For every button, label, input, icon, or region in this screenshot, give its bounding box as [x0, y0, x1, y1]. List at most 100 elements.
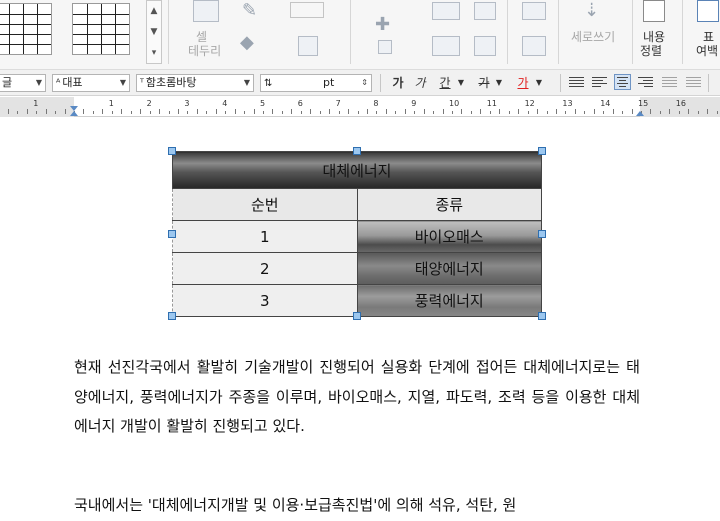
font-type-icon: ᵀ: [140, 78, 144, 89]
ruler-tick: [215, 109, 217, 114]
table-cell-image[interactable]: 바이오매스: [356, 220, 542, 253]
resize-handle[interactable]: [353, 312, 361, 320]
resize-handle[interactable]: [168, 230, 176, 238]
justify-align-icon[interactable]: [569, 75, 584, 89]
cell-grid-icon-2[interactable]: [522, 36, 546, 56]
table-cell[interactable]: 1: [172, 220, 358, 253]
strikethrough-button[interactable]: 가: [474, 74, 494, 92]
paint-bucket-icon[interactable]: ◆: [240, 34, 254, 52]
pencil-icon[interactable]: ✎: [242, 2, 257, 20]
energy-table[interactable]: 대체에너지 순번 종류 1 바이오매스 2 태양에너지 3 풍력에너지: [172, 151, 542, 317]
ruler-tick: [669, 109, 671, 114]
table-cell-image[interactable]: 풍력에너지: [356, 284, 542, 317]
table-margin-label-2[interactable]: 여백: [696, 44, 718, 58]
ruler-tick: [338, 111, 340, 114]
ruler-tick: [546, 111, 548, 114]
resize-handle[interactable]: [168, 147, 176, 155]
ruler-tick: [83, 109, 85, 114]
table-title-cell[interactable]: 대체에너지: [172, 151, 542, 189]
font-color-button[interactable]: 가: [514, 74, 532, 92]
ruler-tick: [452, 111, 453, 114]
ruler-tick: [206, 111, 208, 114]
table-style-thumbnail-2[interactable]: [72, 3, 130, 55]
ruler-tick: [159, 109, 161, 114]
ruler-number: 1: [108, 99, 114, 108]
style-combo[interactable]: 글 ▼: [0, 74, 46, 92]
bold-button[interactable]: 가: [390, 74, 406, 92]
font-color-dropdown-icon[interactable]: ▼: [534, 74, 544, 92]
table-cell-image[interactable]: 태양에너지: [356, 252, 542, 285]
line-style-icon[interactable]: [290, 2, 324, 18]
chevron-down-icon: ▼: [35, 78, 42, 87]
distribute-align-icon[interactable]: [662, 75, 677, 89]
ruler-tick: [253, 109, 255, 114]
delete-cell-icon[interactable]: [378, 40, 392, 54]
body-paragraph-2[interactable]: 국내에서는 '대체에너지개발 및 이용·보급촉진법'에 의해 석유, 석탄, 원: [74, 491, 640, 521]
insert-cell-icon[interactable]: ✚: [375, 16, 390, 34]
right-align-icon[interactable]: [638, 75, 653, 89]
ruler-tick: [650, 109, 652, 114]
ruler-tick: [234, 109, 236, 114]
paragraph-style-value: 대표: [62, 76, 83, 89]
cell-border-icon[interactable]: [193, 0, 219, 22]
italic-button[interactable]: 가: [412, 74, 428, 92]
header-cell-index[interactable]: 순번: [172, 188, 358, 221]
ruler-tick: [319, 111, 321, 114]
ruler-tick: [376, 111, 378, 114]
split-cells-icon[interactable]: [432, 36, 460, 56]
ruler-number: 5: [260, 99, 266, 108]
ruler-tick: [461, 109, 463, 114]
body-paragraph-1[interactable]: 현재 선진각국에서 활발히 기술개발이 진행되어 실용화 단계에 접어든 대체에…: [74, 353, 640, 442]
gallery-scroll-buttons[interactable]: ▲ ▼ ▾: [146, 0, 162, 64]
horizontal-ruler[interactable]: 1 1 2 3 4 5 6 7 8 9 10 11 12 13 14 15 16: [0, 97, 720, 117]
gallery-up-icon[interactable]: ▲: [147, 1, 161, 22]
distribute-cols-icon[interactable]: [474, 36, 496, 56]
ruler-tick: [121, 109, 123, 114]
size-spinner-icon[interactable]: ⇕: [361, 75, 368, 91]
resize-handle[interactable]: [538, 230, 546, 238]
header-cell-type[interactable]: 종류: [356, 188, 542, 221]
ruler-tick: [565, 111, 567, 114]
gallery-down-icon[interactable]: ▼: [147, 22, 161, 43]
font-combo[interactable]: ᵀ 함초롬바탕 ▼: [136, 74, 254, 92]
cell-border-label-1: 셀: [196, 30, 208, 44]
content-align-label-2[interactable]: 정렬: [640, 44, 662, 58]
indent-marker-bottom-icon[interactable]: [70, 111, 78, 116]
strike-dropdown-icon[interactable]: ▼: [494, 74, 504, 92]
gallery-more-icon[interactable]: ▾: [147, 43, 161, 64]
ruler-tick: [414, 111, 416, 114]
merge-cells-icon[interactable]: [432, 2, 460, 20]
content-align-label-1: 내용: [643, 30, 666, 44]
resize-handle[interactable]: [168, 312, 176, 320]
table-cell[interactable]: 2: [172, 252, 358, 285]
ruler-tick: [36, 111, 38, 114]
ruler-tick: [244, 111, 246, 114]
ruler-tick: [612, 109, 614, 114]
vertical-writing-icon[interactable]: ⇣: [584, 2, 599, 20]
ruler-tick: [102, 109, 104, 114]
right-margin-marker-icon[interactable]: [636, 111, 644, 116]
center-align-icon[interactable]: [614, 74, 631, 90]
resize-handle[interactable]: [538, 147, 546, 155]
font-size-combo[interactable]: ⇅ pt ⇕: [260, 74, 372, 92]
ruler-tick: [433, 111, 435, 114]
vertical-writing-label[interactable]: 세로쓰기: [571, 30, 615, 44]
table-style-thumbnail-1[interactable]: [0, 3, 52, 55]
left-align-icon[interactable]: [592, 75, 607, 89]
divide-align-icon[interactable]: [686, 75, 701, 89]
ruler-tick: [470, 111, 472, 114]
resize-handle[interactable]: [353, 147, 361, 155]
paragraph-style-combo[interactable]: ᴬ 대표 ▼: [52, 74, 130, 92]
cell-border-label-2[interactable]: 테두리: [188, 44, 221, 58]
ruler-tick: [385, 109, 387, 114]
underline-button[interactable]: 간: [434, 74, 456, 92]
content-align-icon[interactable]: [643, 0, 665, 22]
cell-shade-icon[interactable]: [298, 36, 318, 56]
distribute-rows-icon[interactable]: [474, 2, 496, 20]
cell-grid-icon[interactable]: [522, 2, 546, 20]
underline-dropdown-icon[interactable]: ▼: [456, 74, 466, 92]
table-cell[interactable]: 3: [172, 284, 358, 317]
ruler-tick: [423, 109, 425, 114]
table-margin-icon[interactable]: [697, 0, 719, 22]
resize-handle[interactable]: [538, 312, 546, 320]
